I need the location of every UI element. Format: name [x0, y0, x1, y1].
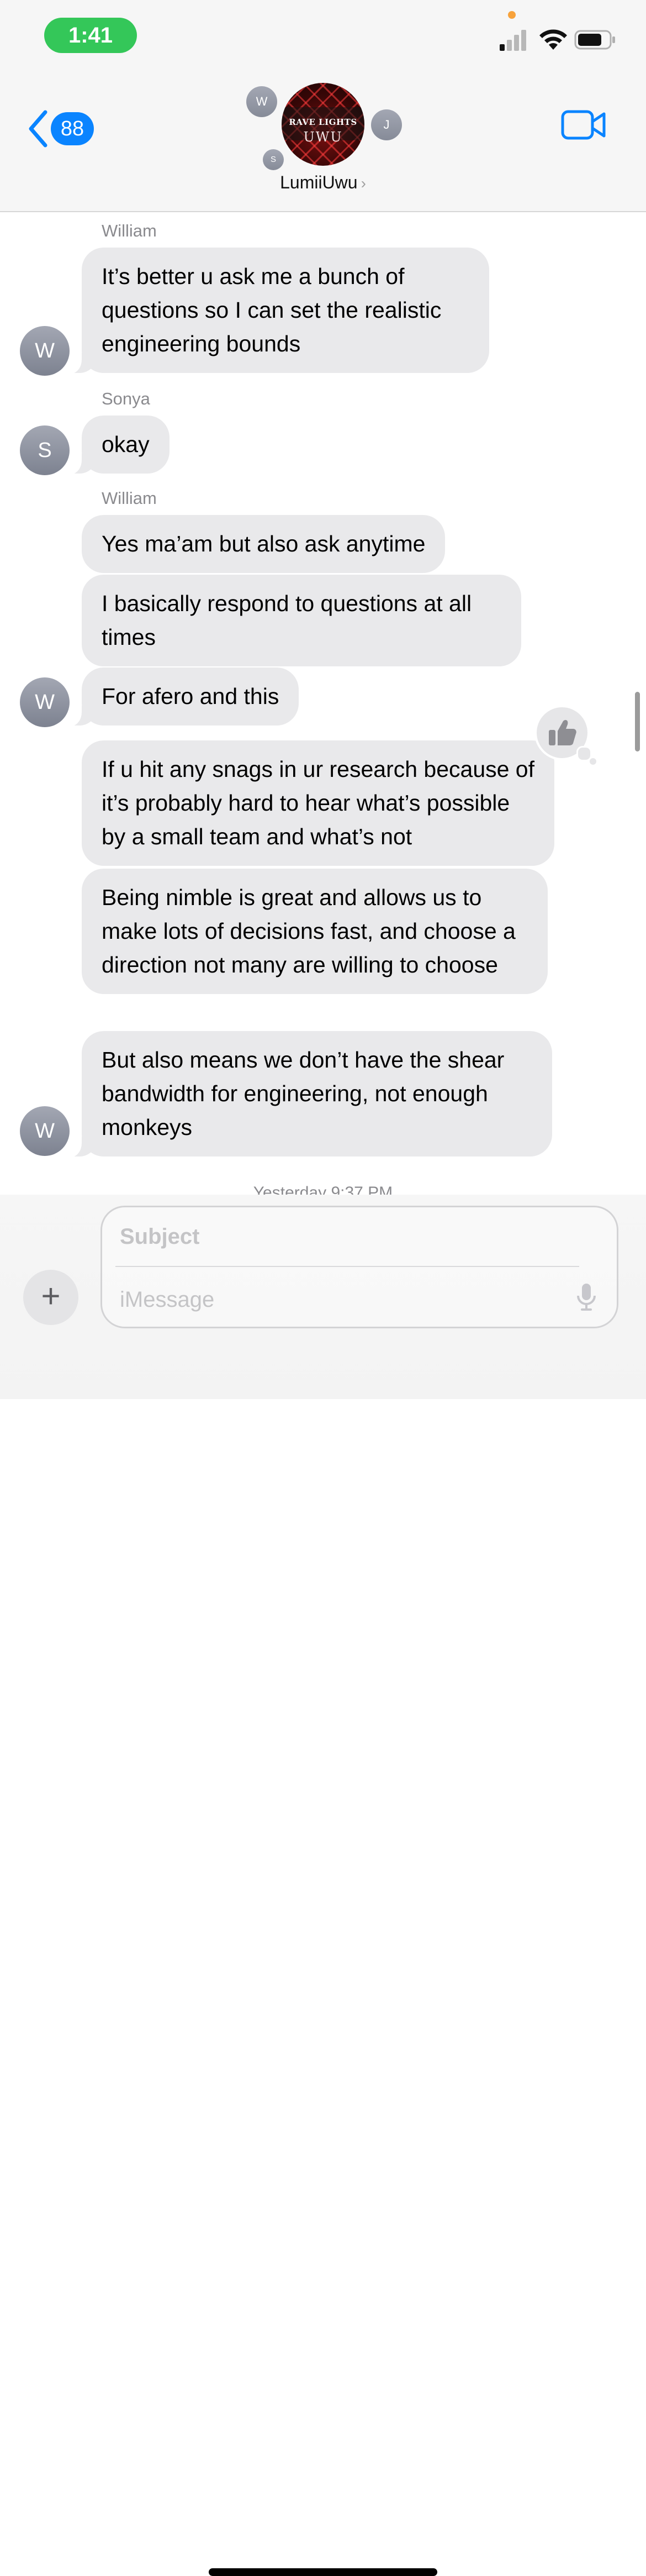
- message-input[interactable]: [119, 1282, 541, 1317]
- group-photo-logo-line2: UWU: [303, 129, 343, 145]
- home-indicator[interactable]: [209, 2568, 437, 2576]
- member-avatar-j: J: [371, 109, 402, 140]
- compose-area: +: [0, 1195, 646, 2576]
- conversation-header: 88 W RAVE LIGHTS UWU J S LumiiUwu ›: [0, 72, 646, 212]
- message-transcript[interactable]: William It’s better u ask me a bunch of …: [0, 211, 646, 1195]
- scrollbar[interactable]: [635, 692, 640, 751]
- sender-name-william: William: [102, 488, 157, 508]
- message-bubble-liked[interactable]: If u hit any snags in ur research becaus…: [82, 740, 554, 866]
- sender-name-william: William: [102, 221, 157, 240]
- message-bubble[interactable]: For afero and this: [67, 667, 299, 727]
- message-bubble[interactable]: But also means we don’t have the shear b…: [67, 1031, 552, 1158]
- chevron-right-icon: ›: [361, 175, 366, 192]
- microphone-icon[interactable]: [576, 1282, 597, 1312]
- sender-name-sonya: Sonya: [102, 389, 150, 408]
- avatar-william[interactable]: W: [20, 326, 70, 376]
- wifi-icon: [539, 29, 567, 50]
- battery-icon: [574, 30, 615, 50]
- status-time: 1:41: [44, 18, 137, 53]
- avatar-william[interactable]: W: [20, 677, 70, 727]
- video-camera-icon[interactable]: [561, 108, 606, 141]
- message-timestamp: Yesterday 9:37 PM: [253, 1184, 393, 1195]
- message-bubble[interactable]: Being nimble is great and allows us to m…: [82, 869, 548, 994]
- privacy-indicator-dot: [508, 11, 516, 19]
- message-bubble[interactable]: okay: [67, 416, 170, 475]
- member-avatar-s: S: [263, 149, 284, 170]
- message-bubble[interactable]: I basically respond to questions at all …: [82, 575, 521, 666]
- group-photo[interactable]: RAVE LIGHTS UWU: [282, 83, 364, 166]
- unread-count-badge: 88: [51, 112, 94, 145]
- member-avatar-w: W: [246, 86, 277, 117]
- status-bar: 1:41: [0, 0, 646, 72]
- plus-icon[interactable]: +: [23, 1270, 78, 1325]
- back-chevron-icon: [29, 110, 47, 148]
- group-name-button[interactable]: LumiiUwu ›: [0, 172, 646, 193]
- signal-icon: [500, 30, 526, 51]
- group-photo-logo-line1: RAVE LIGHTS: [289, 117, 357, 127]
- compose-divider: [115, 1266, 579, 1267]
- tapback-bubble-dot: [590, 758, 596, 765]
- group-name: LumiiUwu: [280, 172, 358, 192]
- avatar-william[interactable]: W: [20, 1106, 70, 1156]
- thumbs-up-icon: [549, 720, 576, 745]
- avatar-sonya[interactable]: S: [20, 425, 70, 475]
- compose-box: [100, 1206, 618, 1328]
- message-bubble[interactable]: Yes ma’am but also ask anytime: [82, 515, 446, 573]
- back-button[interactable]: 88: [27, 106, 94, 151]
- tapback-bubble-dot: [576, 746, 592, 761]
- subject-field[interactable]: [119, 1219, 563, 1254]
- message-bubble[interactable]: It’s better u ask me a bunch of question…: [67, 248, 489, 374]
